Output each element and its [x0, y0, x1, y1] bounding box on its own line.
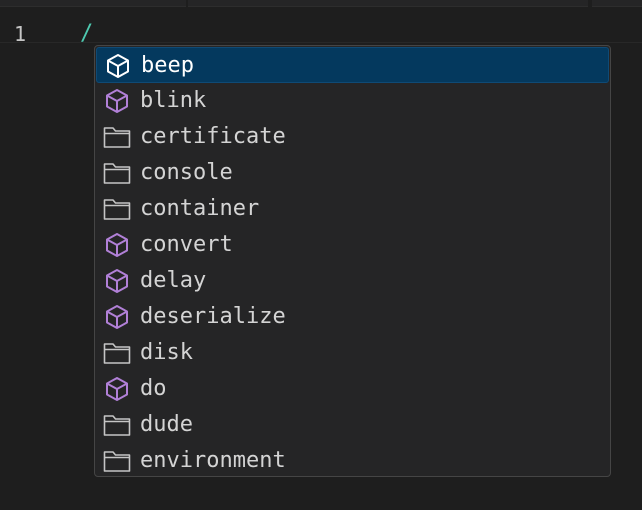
suggestion-label: environment: [140, 448, 286, 473]
folder-icon: [103, 124, 131, 150]
suggestion-item-container[interactable]: container: [96, 191, 609, 227]
tab-strip-segment: [0, 0, 186, 7]
suggestion-label: disk: [140, 340, 193, 365]
folder-icon: [103, 160, 131, 186]
folder-icon: [103, 412, 131, 438]
tab-strip-segment: [188, 0, 588, 7]
suggestion-label: convert: [140, 232, 233, 257]
suggestion-label: container: [140, 196, 260, 221]
editor-current-line[interactable]: 1 /: [0, 8, 642, 46]
suggestion-item-beep[interactable]: beep: [96, 47, 609, 83]
cube-icon: [103, 232, 131, 258]
cube-icon: [103, 88, 131, 114]
suggestion-label: certificate: [140, 124, 286, 149]
suggestion-item-delay[interactable]: delay: [96, 263, 609, 299]
suggestion-label: delay: [140, 268, 207, 293]
folder-icon: [103, 196, 131, 222]
suggestion-item-convert[interactable]: convert: [96, 227, 609, 263]
suggestion-item-dude[interactable]: dude: [96, 407, 609, 443]
cube-icon: [103, 268, 131, 294]
suggestion-label: console: [140, 160, 233, 185]
line-number: 1: [14, 22, 27, 46]
suggestion-item-do[interactable]: do: [96, 371, 609, 407]
cube-icon: [103, 304, 131, 330]
editor-tab-strip: [0, 0, 642, 8]
suggestion-item-certificate[interactable]: certificate: [96, 119, 609, 155]
cube-icon: [103, 376, 131, 402]
folder-icon: [103, 340, 131, 366]
suggestion-label: deserialize: [140, 304, 286, 329]
suggestion-label: beep: [141, 53, 194, 78]
folder-icon: [103, 448, 131, 474]
suggestion-label: do: [140, 376, 167, 401]
tab-strip-segment: [592, 0, 642, 7]
suggestion-label: dude: [140, 412, 193, 437]
suggestion-list[interactable]: beep blink certificate console container conv…: [94, 45, 611, 477]
suggestion-item-deserialize[interactable]: deserialize: [96, 299, 609, 335]
suggestion-item-console[interactable]: console: [96, 155, 609, 191]
suggestion-item-disk[interactable]: disk: [96, 335, 609, 371]
cube-icon: [104, 53, 132, 79]
suggestion-label: blink: [140, 88, 207, 113]
code-text[interactable]: /: [80, 22, 93, 46]
suggestion-item-environment[interactable]: environment: [96, 443, 609, 476]
suggestion-item-blink[interactable]: blink: [96, 83, 609, 119]
